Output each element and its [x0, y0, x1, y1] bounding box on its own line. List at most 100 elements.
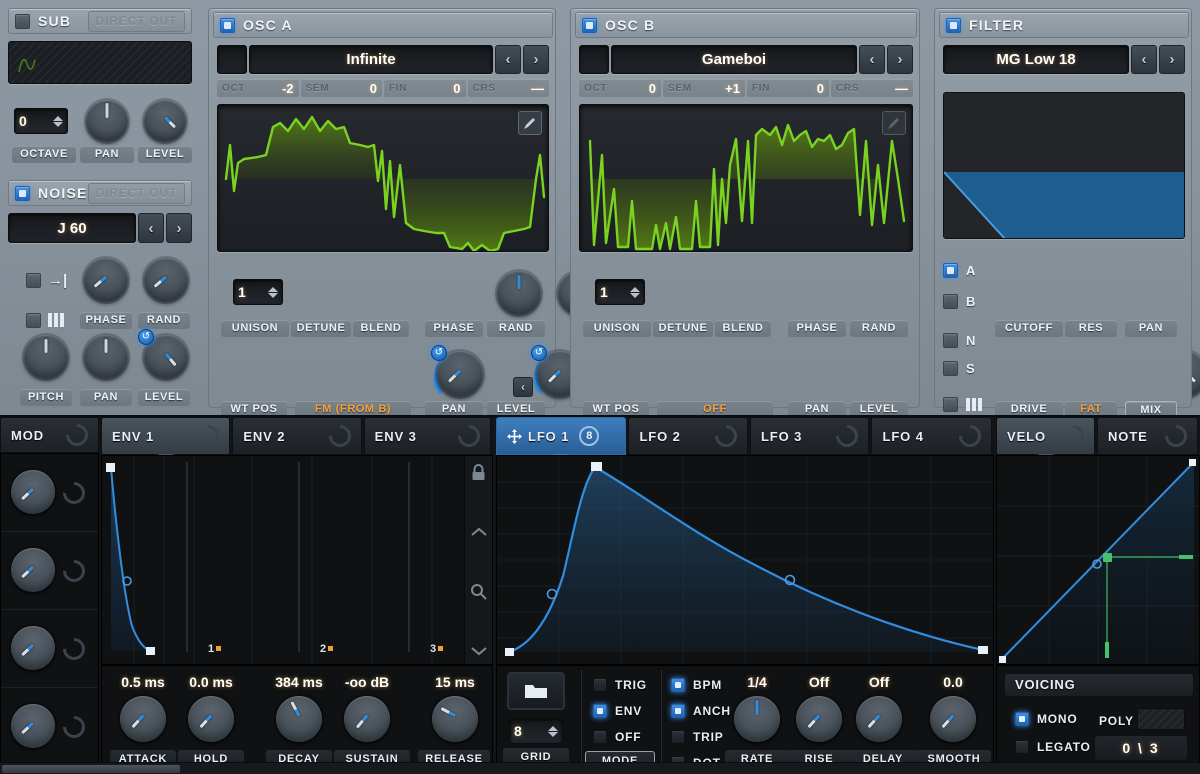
osc-b-unison-arrows[interactable]	[630, 286, 640, 298]
osc-a-sem-field[interactable]: SEM 0	[300, 79, 382, 97]
noise-level-mod-badge[interactable]	[138, 329, 154, 345]
tab-lfo-1[interactable]: LFO 1 8	[496, 417, 627, 462]
tab-velo[interactable]: VELO	[996, 417, 1096, 462]
osc-b-oct-field[interactable]: OCT 0	[579, 79, 661, 97]
lfo-bpm-checkbox[interactable]	[671, 678, 685, 692]
lock-icon[interactable]	[471, 464, 486, 481]
env-sustain-knob[interactable]	[344, 696, 390, 742]
mod-slot-3-knob[interactable]	[11, 626, 55, 670]
lfo-load-shape-button[interactable]	[507, 672, 565, 710]
env-decay-knob[interactable]	[276, 696, 322, 742]
osc-a-edit-icon[interactable]	[518, 111, 542, 135]
filter-route-s[interactable]: S	[943, 361, 975, 376]
sub-octave-arrows[interactable]	[53, 115, 63, 127]
voicing-portamento-field[interactable]: 0 \ 3	[1095, 736, 1187, 760]
sub-level-knob[interactable]	[144, 100, 186, 142]
filter-type-prev-button[interactable]: ‹	[1131, 45, 1157, 74]
tab-lfo-2[interactable]: LFO 2	[628, 417, 748, 455]
mod-slot-1-knob[interactable]	[11, 470, 55, 514]
osc-b-sem-field[interactable]: SEM +1	[663, 79, 745, 97]
filter-route-keys-checkbox[interactable]	[943, 397, 958, 412]
osc-a-oct-field[interactable]: OCT -2	[217, 79, 299, 97]
lfo-rise-knob[interactable]	[796, 696, 842, 742]
noise-pan-knob[interactable]	[84, 335, 128, 379]
lfo-mode-env-row[interactable]: ENV	[593, 704, 642, 718]
osc-a-wt-menu-button[interactable]	[217, 45, 247, 74]
chevron-down-icon[interactable]	[470, 646, 487, 656]
filter-route-n[interactable]: N	[943, 333, 975, 348]
noise-pitch-knob[interactable]	[24, 335, 68, 379]
filter-type-display[interactable]: MG Low 18	[943, 45, 1129, 74]
noise-enable-checkbox[interactable]	[15, 185, 30, 201]
sub-direct-out-button[interactable]: DIRECT OUT	[87, 10, 185, 32]
lfo-trip-row[interactable]: TRIP	[671, 730, 724, 744]
osc-a-fm-mod-badge[interactable]	[531, 345, 547, 361]
lfo-trip-checkbox[interactable]	[671, 730, 685, 744]
filter-route-keys[interactable]	[943, 397, 984, 412]
noise-level-knob[interactable]	[138, 329, 188, 379]
osc-b-wt-next-button[interactable]: ›	[887, 45, 913, 74]
mod-slot-2-knob[interactable]	[11, 548, 55, 592]
lfo-mode-trig-row[interactable]: TRIG	[593, 678, 647, 692]
osc-a-wt-next-button[interactable]: ›	[523, 45, 549, 74]
filter-enable-checkbox[interactable]	[946, 17, 961, 33]
noise-keytrack-checkbox[interactable]	[26, 313, 41, 328]
tab-env-3[interactable]: ENV 3	[363, 417, 491, 455]
osc-a-fin-field[interactable]: FIN 0	[384, 79, 466, 97]
osc-b-enable-checkbox[interactable]	[582, 17, 597, 33]
tab-env-1[interactable]: ENV 1	[101, 417, 231, 462]
tab-lfo-3[interactable]: LFO 3	[749, 417, 870, 455]
velocity-graph[interactable]	[996, 455, 1200, 665]
osc-b-fin-field[interactable]: FIN 0	[747, 79, 829, 97]
osc-a-wt-prev-button[interactable]: ‹	[495, 45, 521, 74]
lfo-delay-knob[interactable]	[856, 696, 902, 742]
sub-pan-knob[interactable]	[86, 100, 128, 142]
osc-a-wavetable-display[interactable]: Infinite	[249, 45, 493, 74]
lfo-smooth-knob[interactable]	[930, 696, 976, 742]
sub-octave-stepper[interactable]: 0	[14, 108, 68, 134]
osc-a-detune-knob[interactable]	[497, 271, 541, 315]
horizontal-scrollbar[interactable]	[0, 762, 1200, 774]
noise-direct-out-button[interactable]: DIRECT OUT	[87, 182, 185, 204]
filter-route-a-checkbox[interactable]	[943, 263, 958, 278]
noise-preset-next-button[interactable]: ›	[166, 213, 192, 243]
lfo-grid-stepper[interactable]: 8	[509, 718, 563, 744]
tab-lfo-4[interactable]: LFO 4	[871, 417, 992, 455]
voicing-poly-field[interactable]	[1137, 708, 1185, 730]
voicing-mono-row[interactable]: MONO	[1015, 712, 1078, 726]
mod-slot-row[interactable]	[1, 460, 98, 532]
noise-phase-knob[interactable]	[84, 258, 128, 302]
lfo-1-graph[interactable]	[496, 455, 994, 665]
filter-route-n-checkbox[interactable]	[943, 333, 958, 348]
osc-a-unison-stepper[interactable]: 1	[233, 279, 283, 305]
env-release-knob[interactable]	[432, 696, 478, 742]
osc-a-crs-field[interactable]: CRS —	[467, 79, 549, 97]
osc-a-wtpos-mod-badge[interactable]	[431, 345, 447, 361]
lfo-grid-arrows[interactable]	[548, 725, 558, 737]
env-1-graph[interactable]: 1 2 3	[101, 455, 493, 665]
filter-route-b-checkbox[interactable]	[943, 294, 958, 309]
mod-slot-4-knob[interactable]	[11, 704, 55, 748]
osc-b-wt-prev-button[interactable]: ‹	[859, 45, 885, 74]
filter-route-s-checkbox[interactable]	[943, 361, 958, 376]
filter-route-b[interactable]: B	[943, 294, 975, 309]
filter-route-a[interactable]: A	[943, 263, 975, 278]
lfo-bpm-row[interactable]: BPM	[671, 678, 722, 692]
osc-b-wavetable-display[interactable]: Gameboi	[611, 45, 857, 74]
voicing-mono-checkbox[interactable]	[1015, 712, 1029, 726]
filter-type-next-button[interactable]: ›	[1159, 45, 1185, 74]
lfo-rate-knob[interactable]	[734, 696, 780, 742]
osc-a-wtpos-knob[interactable]	[431, 345, 483, 397]
scrollbar-thumb[interactable]	[2, 765, 180, 773]
mod-slot-row[interactable]	[1, 616, 98, 688]
voicing-legato-checkbox[interactable]	[1015, 740, 1029, 754]
osc-b-unison-stepper[interactable]: 1	[595, 279, 645, 305]
noise-preset-display[interactable]: J 60	[8, 213, 136, 243]
mod-slot-row[interactable]	[1, 538, 98, 610]
filter-response-display[interactable]	[943, 92, 1185, 239]
osc-b-wt-menu-button[interactable]	[579, 45, 609, 74]
tab-env-2[interactable]: ENV 2	[232, 417, 362, 455]
osc-a-fm-prev-button[interactable]: ‹	[513, 377, 533, 397]
lfo-mode-trig-checkbox[interactable]	[593, 678, 607, 692]
osc-b-waveform-display[interactable]	[579, 104, 913, 252]
